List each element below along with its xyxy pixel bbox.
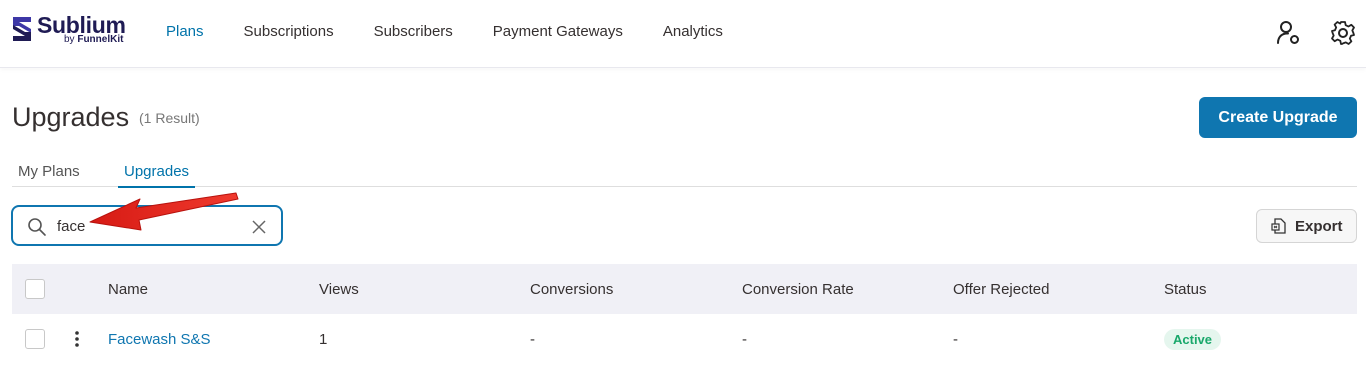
- sublium-logo-icon: [13, 17, 31, 41]
- export-file-icon: [1271, 218, 1286, 234]
- page-title: Upgrades: [12, 102, 130, 132]
- brand-logo[interactable]: Sublium by FunnelKit: [10, 12, 130, 48]
- row-views: 1: [319, 330, 328, 348]
- row-name-cell: Facewash S&S: [108, 314, 211, 364]
- search-icon: [28, 218, 46, 236]
- export-button[interactable]: Export: [1256, 209, 1357, 243]
- column-header-conversions[interactable]: Conversions: [530, 264, 613, 314]
- table-header: Name Views Conversions Conversion Rate O…: [12, 264, 1357, 314]
- column-header-conversion-rate[interactable]: Conversion Rate: [742, 264, 854, 314]
- select-all-checkbox[interactable]: [25, 279, 45, 299]
- nav-item-subscribers[interactable]: Subscribers: [374, 22, 453, 42]
- nav-item-subscriptions[interactable]: Subscriptions: [244, 22, 334, 42]
- export-label: Export: [1295, 217, 1343, 235]
- byline-brand: FunnelKit: [77, 34, 124, 45]
- search-box: [11, 205, 283, 246]
- table-row: Facewash S&S 1 - - - Active: [12, 314, 1357, 364]
- row-actions-cell: [73, 314, 81, 364]
- close-icon[interactable]: [251, 219, 267, 235]
- nav-item-analytics[interactable]: Analytics: [663, 22, 723, 42]
- column-header-views[interactable]: Views: [319, 264, 359, 314]
- brand-byline: by FunnelKit: [64, 34, 123, 45]
- search-input[interactable]: [57, 216, 237, 236]
- result-count: (1 Result): [139, 110, 200, 126]
- upgrade-name-link[interactable]: Facewash S&S: [108, 331, 211, 348]
- row-conversion-rate: -: [742, 330, 747, 348]
- tab-bar: My Plans Upgrades: [12, 158, 1357, 188]
- status-badge: Active: [1164, 328, 1222, 350]
- row-status-cell: Active: [1164, 314, 1222, 364]
- row-select-cell: [25, 314, 45, 364]
- select-all-cell: [25, 264, 45, 314]
- tab-my-plans[interactable]: My Plans: [18, 163, 80, 186]
- create-upgrade-button[interactable]: Create Upgrade: [1199, 97, 1357, 138]
- tab-upgrades[interactable]: Upgrades: [118, 163, 196, 188]
- nav-item-payment-gateways[interactable]: Payment Gateways: [493, 22, 623, 42]
- row-conversions: -: [530, 330, 535, 348]
- column-header-status[interactable]: Status: [1164, 264, 1207, 314]
- upgrades-table: Name Views Conversions Conversion Rate O…: [12, 264, 1357, 364]
- gear-icon[interactable]: [1330, 20, 1356, 46]
- kebab-menu-icon[interactable]: [73, 329, 81, 349]
- byline-prefix: by: [64, 34, 75, 45]
- row-checkbox[interactable]: [25, 329, 45, 349]
- nav-item-plans[interactable]: Plans: [166, 22, 204, 42]
- top-navigation-bar: Sublium by FunnelKit Plans Subscriptions…: [0, 0, 1366, 68]
- row-offer-rejected: -: [953, 330, 958, 348]
- user-settings-icon[interactable]: [1276, 20, 1302, 46]
- column-header-name[interactable]: Name: [108, 264, 148, 314]
- main-nav: Plans Subscriptions Subscribers Payment …: [146, 22, 743, 42]
- column-header-offer-rejected[interactable]: Offer Rejected: [953, 264, 1049, 314]
